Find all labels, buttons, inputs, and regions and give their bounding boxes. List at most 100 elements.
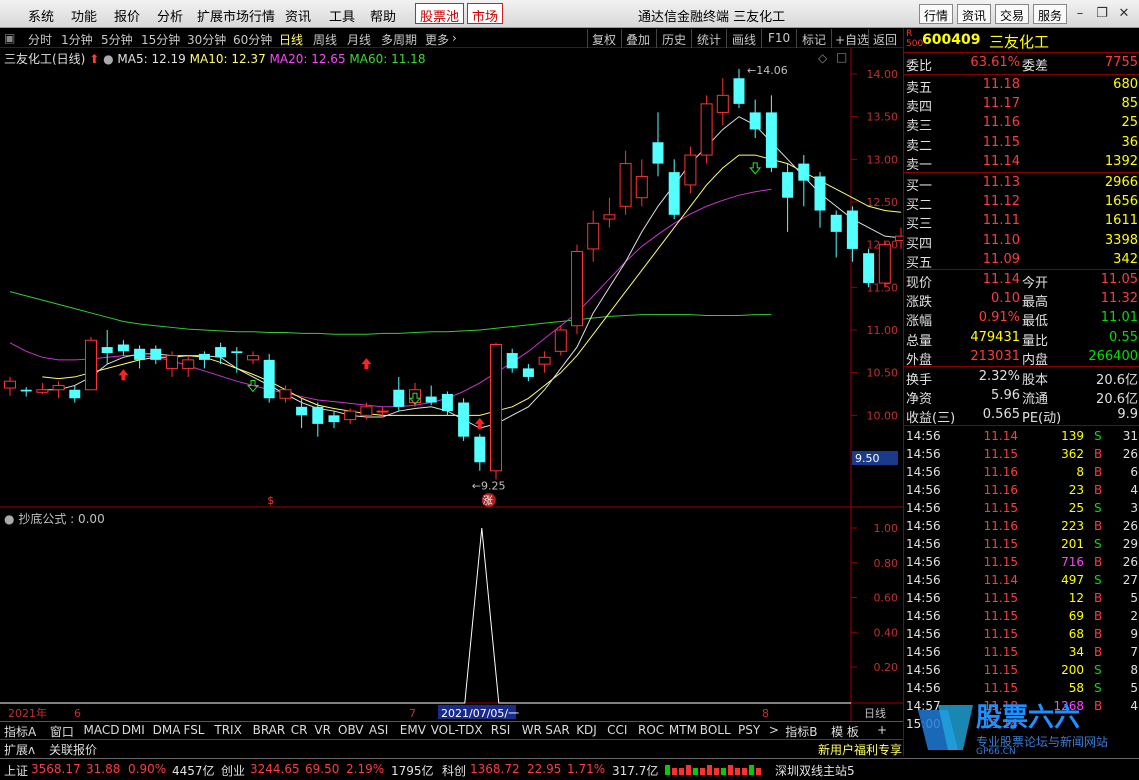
indicator-tab[interactable]: VR (314, 723, 331, 737)
period-weekly[interactable]: 周线 (313, 31, 337, 48)
menu-help[interactable]: 帮助 (370, 6, 396, 25)
indicator-tab[interactable]: EMV (400, 723, 426, 737)
menu-square-icon[interactable]: ▣ (4, 31, 15, 45)
tick-row: 14:56 11.16 8 B 6 (906, 465, 1138, 479)
indicator-tab[interactable]: + (877, 723, 887, 737)
candle-body (765, 112, 777, 168)
market-bar (693, 768, 698, 775)
indicator-tabs: 指标A 窗口 MACD DMI DMA FSL TRIX BRAR CR VR OBV ASI EMV V… (0, 721, 903, 739)
menu-ext-market[interactable]: 扩展市场行情 (197, 6, 275, 25)
tool-stats[interactable]: 统计 (697, 31, 721, 48)
indicator-tab[interactable]: BRAR (253, 723, 286, 737)
indicator-tab[interactable]: ROC (638, 723, 664, 737)
menu-quote[interactable]: 报价 (114, 6, 140, 25)
indicator-tab[interactable]: FSL (184, 723, 205, 737)
minimize-icon[interactable]: – (1071, 5, 1089, 23)
indicator-tab[interactable]: SAR (545, 723, 569, 737)
current-price-tag: 9.50 (855, 452, 880, 465)
candle-body (263, 359, 275, 399)
sh-label[interactable]: 上证 (4, 762, 28, 779)
period-60min[interactable]: 60分钟 (233, 31, 272, 48)
period-1min[interactable]: 1分钟 (61, 31, 93, 48)
candle-body (749, 112, 761, 130)
diamond-icon[interactable]: ◇ (818, 51, 827, 65)
tick-row: 14:56 11.14 497 S 27 (906, 573, 1138, 587)
kline-chart[interactable]: 14.0013.5013.0012.5012.0011.5011.0010.50… (0, 48, 903, 721)
indicator-tab[interactable]: RSI (491, 723, 511, 737)
tool-f10[interactable]: F10 (768, 31, 790, 45)
candle-body (587, 222, 600, 250)
indicator-tab[interactable]: BOLL (700, 723, 731, 737)
quote-tab-button[interactable]: 行情 (919, 4, 954, 24)
indicator-tab[interactable]: > (769, 723, 779, 737)
trade-tab-button[interactable]: 交易 (995, 4, 1030, 24)
cy-label[interactable]: 创业 (221, 762, 245, 779)
menu-tools[interactable]: 工具 (329, 6, 355, 25)
tick-row: 14:56 11.15 201 S 29 (906, 537, 1138, 551)
menu-analysis[interactable]: 分析 (157, 6, 183, 25)
menu-news[interactable]: 资讯 (285, 6, 311, 25)
market-button[interactable]: 市场 (467, 3, 504, 25)
stock-pool-button[interactable]: 股票池 (415, 3, 465, 25)
period-30min[interactable]: 30分钟 (187, 31, 226, 48)
kc-value: 1368.72 (470, 762, 520, 776)
tool-back[interactable]: 返回 (873, 31, 897, 48)
candle-body (376, 410, 389, 413)
window-title: 通达信金融终端 三友化工 (638, 10, 786, 25)
tool-add-watchlist[interactable]: +自选 (835, 31, 869, 48)
candle-body (878, 244, 891, 284)
news-tab-button[interactable]: 资讯 (957, 4, 992, 24)
indicator-tab[interactable]: CR (291, 723, 308, 737)
new-user-link[interactable]: 新用户福利专享 (818, 741, 902, 758)
indicator-tab[interactable]: DMI (122, 723, 145, 737)
indicator-tab[interactable]: 窗口 (50, 723, 74, 740)
indicator-tab[interactable]: DMA (153, 723, 181, 737)
indicator-tab[interactable]: 指标B (785, 723, 817, 740)
indicator-tab[interactable]: MACD (84, 723, 120, 737)
indicator-tab[interactable]: CCI (607, 723, 627, 737)
expand-button[interactable]: 扩展ʌ (4, 741, 35, 758)
period-multi[interactable]: 多周期 (381, 31, 417, 48)
settings-dot-icon[interactable]: ● (103, 52, 113, 66)
close-icon[interactable]: ✕ (1115, 5, 1133, 23)
indicator-tab[interactable]: WR (522, 723, 542, 737)
menu-function[interactable]: 功能 (71, 6, 97, 25)
indicator-tab[interactable]: 模 板 (831, 723, 859, 740)
indicator-tab[interactable]: PSY (738, 723, 760, 737)
indicator-tab[interactable]: VOL-TDX (431, 723, 483, 737)
quote-row: 卖一 11.14 1392 (906, 153, 1138, 173)
period-5min[interactable]: 5分钟 (101, 31, 133, 48)
menu-system[interactable]: 系统 (28, 6, 54, 25)
period-fenshi[interactable]: 分时 (28, 31, 52, 48)
period-monthly[interactable]: 月线 (347, 31, 371, 48)
candle-body (814, 176, 826, 211)
quote-row: 买一 11.13 2966 (906, 175, 1138, 194)
period-daily[interactable]: 日线 (279, 31, 303, 48)
indicator-tab[interactable]: KDJ (576, 723, 597, 737)
indicator-tab[interactable]: MTM (669, 723, 697, 737)
candle-body (20, 389, 32, 392)
quote-row: 涨跌 0.10 最高 11.32 (906, 291, 1138, 311)
candle-body (85, 339, 97, 391)
close-chart-icon[interactable]: □ (836, 50, 847, 64)
tool-mark[interactable]: 标记 (802, 31, 826, 48)
server-name[interactable]: 深圳双线主站5 (775, 762, 855, 779)
more-arrow-icon[interactable]: › (452, 31, 457, 45)
indicator-tab[interactable]: OBV (338, 723, 364, 737)
indicator-tab[interactable]: 指标A (4, 723, 36, 740)
period-15min[interactable]: 15分钟 (141, 31, 180, 48)
candle-body (684, 154, 697, 186)
period-more[interactable]: 更多 (425, 31, 449, 48)
cy-amount: 1795亿 (391, 764, 434, 778)
indicator-tab[interactable]: TRIX (214, 723, 241, 737)
service-tab-button[interactable]: 服务 (1033, 4, 1068, 24)
maximize-icon[interactable]: ❐ (1093, 5, 1111, 23)
tool-history[interactable]: 历史 (662, 31, 686, 48)
settings-dot-icon[interactable]: ● (4, 512, 14, 526)
tool-draw[interactable]: 画线 (732, 31, 756, 48)
tool-fuquan[interactable]: 复权 (592, 31, 616, 48)
kc-label[interactable]: 科创 (442, 762, 466, 779)
tool-overlay[interactable]: 叠加 (626, 31, 650, 48)
related-quote-button[interactable]: 关联报价 (49, 741, 97, 758)
indicator-tab[interactable]: ASI (369, 723, 388, 737)
